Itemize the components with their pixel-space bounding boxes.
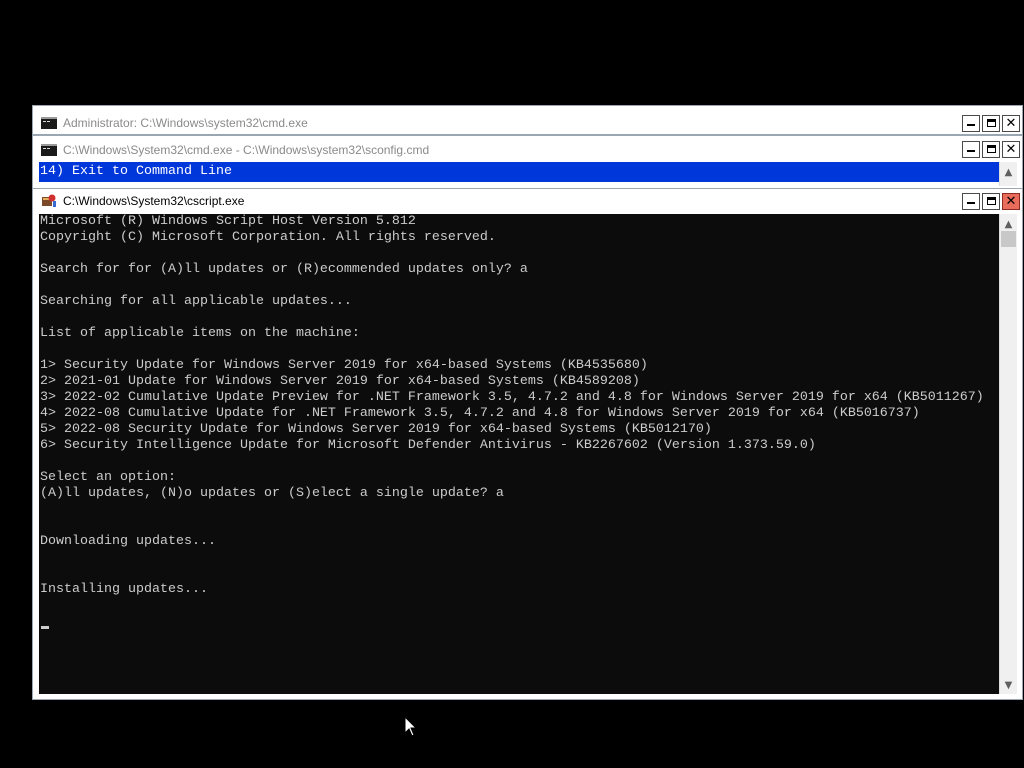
maximize-icon: [987, 119, 996, 127]
minimize-button[interactable]: [962, 141, 980, 158]
console-output[interactable]: Microsoft (R) Windows Script Host Versio…: [39, 214, 999, 694]
minimize-icon: [967, 202, 975, 204]
cscript-scrollbar[interactable]: ▲ ▼: [999, 214, 1017, 694]
sconfig-selected-line[interactable]: 14) Exit to Command Line: [39, 162, 999, 182]
maximize-button[interactable]: [982, 193, 1000, 210]
sconfig-controls: ✕: [962, 141, 1020, 158]
console-line: Installing updates...: [40, 582, 208, 597]
console-line: 2> 2021-01 Update for Windows Server 201…: [40, 374, 640, 389]
admin-cmd-title: Administrator: C:\Windows\system32\cmd.e…: [63, 116, 308, 130]
console-line: 5> 2022-08 Security Update for Windows S…: [40, 422, 712, 437]
console-line: 1> Security Update for Windows Server 20…: [40, 358, 648, 373]
console-icon: [41, 117, 57, 129]
minimize-icon: [967, 150, 975, 152]
minimize-button[interactable]: [962, 115, 980, 132]
sconfig-titlebar[interactable]: C:\Windows\System32\cmd.exe - C:\Windows…: [33, 138, 1022, 162]
admin-cmd-window: Administrator: C:\Windows\system32\cmd.e…: [32, 105, 1023, 135]
console-line: 3> 2022-02 Cumulative Update Preview for…: [40, 390, 984, 405]
console-icon: [41, 144, 57, 156]
cscript-controls: ✕: [962, 193, 1020, 210]
console-line: Searching for all applicable updates...: [40, 294, 352, 309]
minimize-button[interactable]: [962, 193, 980, 210]
close-icon: ✕: [1005, 194, 1017, 209]
mouse-pointer-icon: [404, 716, 418, 737]
minimize-icon: [967, 124, 975, 126]
cscript-window: C:\Windows\System32\cscript.exe ✕ Micros…: [32, 188, 1023, 700]
sconfig-title: C:\Windows\System32\cmd.exe - C:\Windows…: [63, 143, 430, 157]
text-cursor: [41, 626, 49, 629]
cscript-titlebar[interactable]: C:\Windows\System32\cscript.exe: [33, 189, 1022, 213]
maximize-icon: [987, 145, 996, 153]
sconfig-scrollbar[interactable]: ▲: [999, 162, 1017, 186]
scroll-up-icon[interactable]: ▲: [1000, 164, 1017, 181]
scroll-thumb[interactable]: [1001, 231, 1016, 247]
console-line: Select an option:: [40, 470, 176, 485]
console-line: 6> Security Intelligence Update for Micr…: [40, 438, 816, 453]
maximize-button[interactable]: [982, 115, 1000, 132]
console-line: Downloading updates...: [40, 534, 216, 549]
console-line: (A)ll updates, (N)o updates or (S)elect …: [40, 486, 504, 501]
cscript-title: C:\Windows\System32\cscript.exe: [63, 194, 245, 208]
scroll-down-icon[interactable]: ▼: [1000, 677, 1017, 694]
close-icon: ✕: [1005, 116, 1017, 131]
admin-cmd-controls: ✕: [962, 115, 1020, 132]
console-line: Microsoft (R) Windows Script Host Versio…: [40, 214, 416, 229]
script-host-icon: [42, 194, 56, 207]
admin-cmd-titlebar[interactable]: Administrator: C:\Windows\system32\cmd.e…: [33, 111, 1022, 135]
maximize-icon: [987, 197, 996, 205]
sconfig-window: C:\Windows\System32\cmd.exe - C:\Windows…: [32, 135, 1023, 191]
console-line: Copyright (C) Microsoft Corporation. All…: [40, 230, 496, 245]
close-icon: ✕: [1005, 142, 1017, 157]
close-button[interactable]: ✕: [1002, 193, 1020, 210]
maximize-button[interactable]: [982, 141, 1000, 158]
close-button[interactable]: ✕: [1002, 141, 1020, 158]
close-button[interactable]: ✕: [1002, 115, 1020, 132]
console-line: Search for for (A)ll updates or (R)ecomm…: [40, 262, 528, 277]
console-line: 4> 2022-08 Cumulative Update for .NET Fr…: [40, 406, 920, 421]
console-line: List of applicable items on the machine:: [40, 326, 360, 341]
